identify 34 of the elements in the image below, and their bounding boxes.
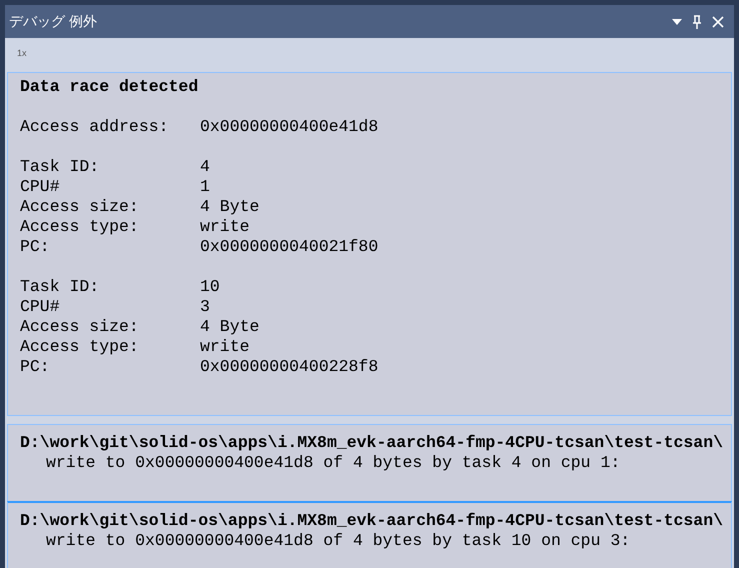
- zoom-label[interactable]: 1x: [17, 47, 27, 61]
- access-message: write to 0x00000000400e41d8 of 4 bytes by task 4 on cpu 1:: [45, 453, 622, 473]
- details-title: Data race detected: [20, 77, 200, 97]
- field-label: Access type:: [20, 217, 140, 237]
- field-value: 0x0000000040021f80: [200, 237, 378, 257]
- file-path: D:\work\git\solid-os\apps\i.MX8m_evk-aarch64-fmp-4CPU-tcsan\test-tcsan\: [20, 511, 724, 531]
- stack-entry[interactable]: D:\work\git\solid-os\apps\i.MX8m_evk-aarch64-fmp-4CPU-tcsan\test-tcsan\ write to 0x00000000400e41d8 of 4 bytes by task 10 on cpu 3:: [7, 501, 732, 568]
- dropdown-icon[interactable]: [672, 18, 682, 24]
- stack-entry[interactable]: D:\work\git\solid-os\apps\i.MX8m_evk-aarch64-fmp-4CPU-tcsan\test-tcsan\ write to 0x00000000400e41d8 of 4 bytes by task 4 on cpu 1:: [7, 424, 732, 501]
- window-title: デバッグ 例外: [9, 12, 98, 31]
- field-value: 4 Byte: [200, 197, 260, 217]
- field-value: 10: [200, 277, 220, 297]
- field-value: 1: [200, 177, 210, 197]
- pin-icon[interactable]: [692, 14, 702, 28]
- field-value: 4: [200, 157, 210, 177]
- field-value: write: [200, 217, 250, 237]
- field-label: Access address:: [20, 117, 170, 137]
- field-value: write: [200, 337, 250, 357]
- field-label: PC:: [20, 357, 51, 377]
- field-label: Access size:: [20, 197, 140, 217]
- field-label: CPU#: [20, 297, 61, 317]
- field-value: 0x00000000400228f8: [200, 357, 378, 377]
- field-value: 0x00000000400e41d8: [200, 117, 378, 137]
- field-value: 3: [200, 297, 210, 317]
- close-icon[interactable]: [712, 16, 724, 28]
- file-path: D:\work\git\solid-os\apps\i.MX8m_evk-aarch64-fmp-4CPU-tcsan\test-tcsan\: [20, 433, 724, 453]
- field-value: 4 Byte: [200, 317, 260, 337]
- field-label: Task ID:: [20, 277, 100, 297]
- field-label: Access size:: [20, 317, 140, 337]
- field-label: CPU#: [20, 177, 61, 197]
- field-label: PC:: [20, 237, 51, 257]
- access-message: write to 0x00000000400e41d8 of 4 bytes by task 10 on cpu 3:: [45, 531, 632, 551]
- field-label: Access type:: [20, 337, 140, 357]
- field-label: Task ID:: [20, 157, 100, 177]
